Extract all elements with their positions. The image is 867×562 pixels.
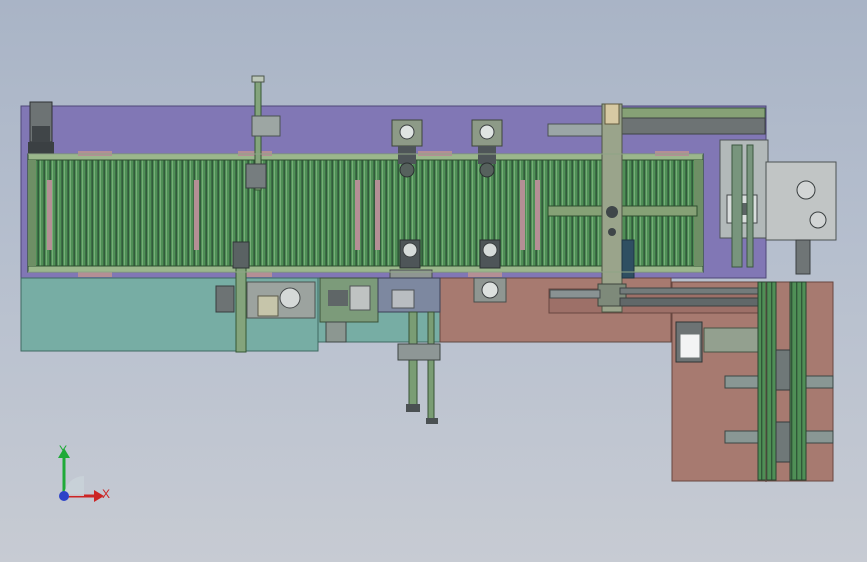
coordinate-triad: Y X: [44, 438, 122, 518]
conveyor-left-end: [28, 160, 36, 266]
z-axis-dot: [59, 491, 69, 501]
motor-left: [28, 101, 54, 154]
cad-viewport[interactable]: Y X: [0, 0, 867, 562]
axis-triad-graphic: [58, 448, 104, 502]
y-axis-label: Y: [59, 443, 68, 457]
right-upper-assembly: [719, 139, 837, 275]
cad-model-view[interactable]: [0, 0, 867, 562]
x-axis-label: X: [102, 487, 111, 501]
